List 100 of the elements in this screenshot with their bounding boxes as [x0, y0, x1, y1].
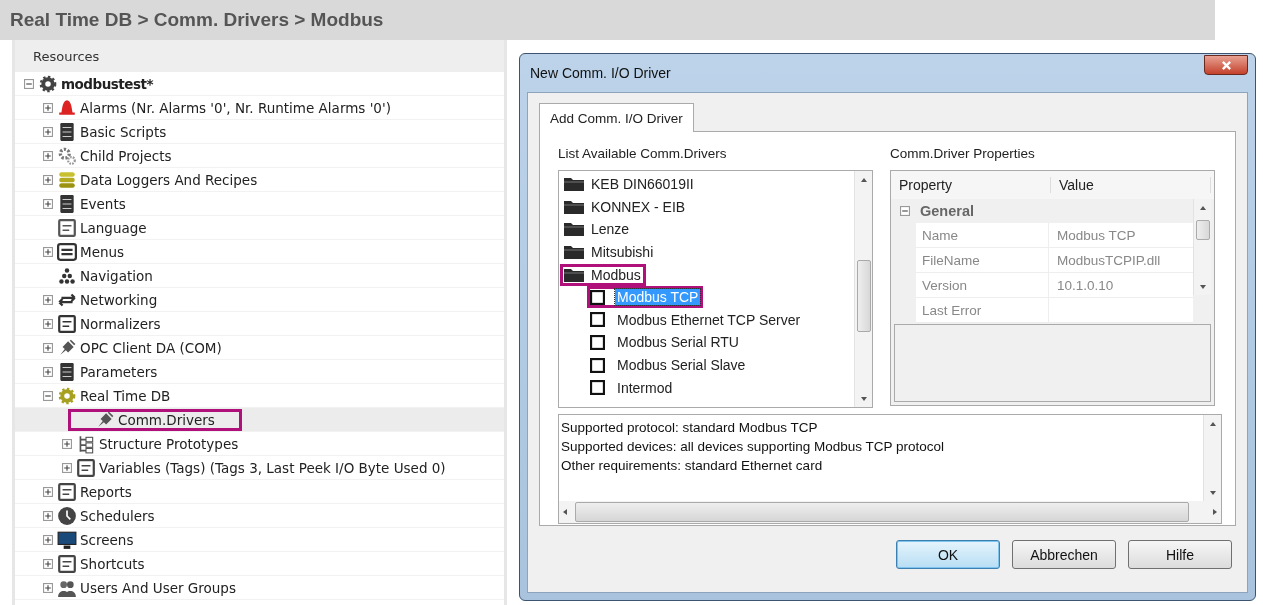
expand-icon[interactable]: [42, 246, 53, 257]
scrollbar[interactable]: [854, 171, 872, 407]
property-value: ModbusTCPIP.dll: [1057, 252, 1161, 268]
tree-item[interactable]: Child Projects: [80, 147, 172, 164]
close-icon: [1220, 59, 1232, 71]
horizontal-scrollbar[interactable]: [559, 501, 1221, 523]
hierarchy-icon: [57, 265, 77, 286]
expand-icon[interactable]: [42, 126, 53, 137]
arrow-icon[interactable]: [859, 394, 868, 403]
list-item[interactable]: Modbus: [589, 266, 643, 283]
tree-item[interactable]: Structure Prototypes: [99, 435, 239, 452]
scrollbar[interactable]: [1203, 415, 1221, 501]
list-item[interactable]: KEB DIN66019II: [589, 176, 696, 193]
tree-item[interactable]: Alarms (Nr. Alarms '0', Nr. Runtime Alarms '0'): [80, 99, 391, 116]
tree-item[interactable]: Language: [80, 219, 147, 236]
close-button[interactable]: [1204, 55, 1248, 75]
checkbox[interactable]: [590, 357, 605, 373]
tree-item[interactable]: Networking: [80, 291, 158, 308]
expand-icon[interactable]: [42, 318, 53, 329]
checkbox[interactable]: [590, 312, 605, 328]
folder-icon: [563, 244, 585, 261]
collapse-icon[interactable]: [42, 390, 53, 401]
tree-item[interactable]: Shortcuts: [80, 555, 145, 572]
properties-label: Comm.Driver Properties: [890, 146, 1036, 161]
column-header[interactable]: Property: [891, 177, 1051, 193]
expand-icon[interactable]: [42, 510, 53, 521]
checkbox[interactable]: [590, 380, 605, 396]
tree-item[interactable]: Variables (Tags) (Tags 3, Last Peek I/O Byte Used 0): [99, 459, 446, 476]
description-line: Supported protocol: standard Modbus TCP: [561, 419, 819, 437]
tree-item[interactable]: Navigation: [80, 267, 153, 284]
collapse-icon[interactable]: [900, 206, 910, 216]
collapse-icon[interactable]: [23, 78, 34, 89]
breadcrumb: Real Time DB > Comm. Drivers > Modbus: [10, 9, 384, 31]
expand-icon[interactable]: [42, 534, 53, 545]
column-header[interactable]: Value: [1051, 177, 1211, 193]
scroll-thumb[interactable]: [1195, 220, 1210, 240]
checkbox[interactable]: [590, 334, 605, 350]
plug-icon: [95, 409, 115, 430]
menu-icon: [57, 241, 77, 262]
scroll-thumb[interactable]: [856, 260, 871, 332]
folder-icon: [563, 266, 585, 283]
tree-item[interactable]: Parameters: [80, 363, 158, 380]
tree-item[interactable]: Screens: [80, 531, 134, 548]
tree-item[interactable]: modbustest*: [61, 75, 153, 92]
database-icon: [57, 169, 77, 190]
category-label: General: [920, 203, 974, 219]
dialog-button[interactable]: Hilfe: [1128, 540, 1232, 569]
arrow-icon[interactable]: [1211, 508, 1219, 516]
expand-icon[interactable]: [42, 198, 53, 209]
description-line: Supported devices: all devices supporting Modbus TCP protocol: [561, 438, 945, 456]
gears-icon: [57, 145, 77, 166]
tree-item[interactable]: Basic Scripts: [80, 123, 167, 140]
arrow-icon[interactable]: [561, 508, 569, 516]
clock-icon: [57, 505, 77, 526]
document-icon: [57, 313, 77, 334]
expand-icon[interactable]: [42, 486, 53, 497]
list-item[interactable]: Modbus Serial Slave: [615, 357, 748, 374]
property-value: Modbus TCP: [1057, 227, 1136, 243]
tree-item[interactable]: Menus: [80, 243, 125, 260]
tree-item[interactable]: Data Loggers And Recipes: [80, 171, 258, 188]
monitor-icon: [57, 529, 77, 550]
expand-icon[interactable]: [42, 150, 53, 161]
expand-icon[interactable]: [42, 558, 53, 569]
list-item[interactable]: Mitsubishi: [589, 244, 656, 261]
expand-icon[interactable]: [42, 582, 53, 593]
tree-item[interactable]: OPC Client DA (COM): [80, 339, 222, 356]
plug-icon: [57, 337, 77, 358]
tree-item[interactable]: Users And User Groups: [80, 579, 236, 596]
list-item[interactable]: KONNEX - EIB: [589, 198, 688, 215]
tree-item[interactable]: Schedulers: [80, 507, 155, 524]
folder-icon: [563, 221, 585, 238]
expand-icon[interactable]: [42, 342, 53, 353]
list-item[interactable]: Modbus Ethernet TCP Server: [615, 311, 803, 328]
expand-icon[interactable]: [61, 438, 72, 449]
property-name: Name: [916, 223, 1049, 247]
script-icon: [57, 121, 77, 142]
tree-item[interactable]: Reports: [80, 483, 132, 500]
checkbox[interactable]: [590, 289, 605, 305]
arrow-icon[interactable]: [1198, 282, 1207, 291]
tree-item[interactable]: Real Time DB: [80, 387, 171, 404]
arrow-icon[interactable]: [1208, 488, 1217, 497]
expand-icon[interactable]: [42, 294, 53, 305]
tree-item[interactable]: Comm.Drivers: [118, 411, 215, 428]
gear-icon: [57, 385, 77, 406]
dialog-button[interactable]: OK: [896, 540, 1000, 569]
tree-item[interactable]: Events: [80, 195, 126, 212]
list-item[interactable]: Lenze: [589, 221, 632, 238]
property-name: Last Error: [916, 298, 1049, 322]
expand-icon[interactable]: [42, 174, 53, 185]
list-item[interactable]: Modbus Serial RTU: [615, 334, 741, 351]
tab[interactable]: Add Comm. I/O Driver: [539, 103, 694, 132]
expand-icon[interactable]: [42, 366, 53, 377]
tree-item[interactable]: Normalizers: [80, 315, 161, 332]
expand-icon[interactable]: [42, 102, 53, 113]
expand-icon[interactable]: [61, 462, 72, 473]
list-item[interactable]: Intermod: [615, 379, 675, 396]
gear-icon: [38, 73, 58, 94]
list-label: List Available Comm.Drivers: [558, 146, 728, 161]
dialog-button[interactable]: Abbrechen: [1012, 540, 1116, 569]
property-name: FileName: [916, 248, 1049, 272]
